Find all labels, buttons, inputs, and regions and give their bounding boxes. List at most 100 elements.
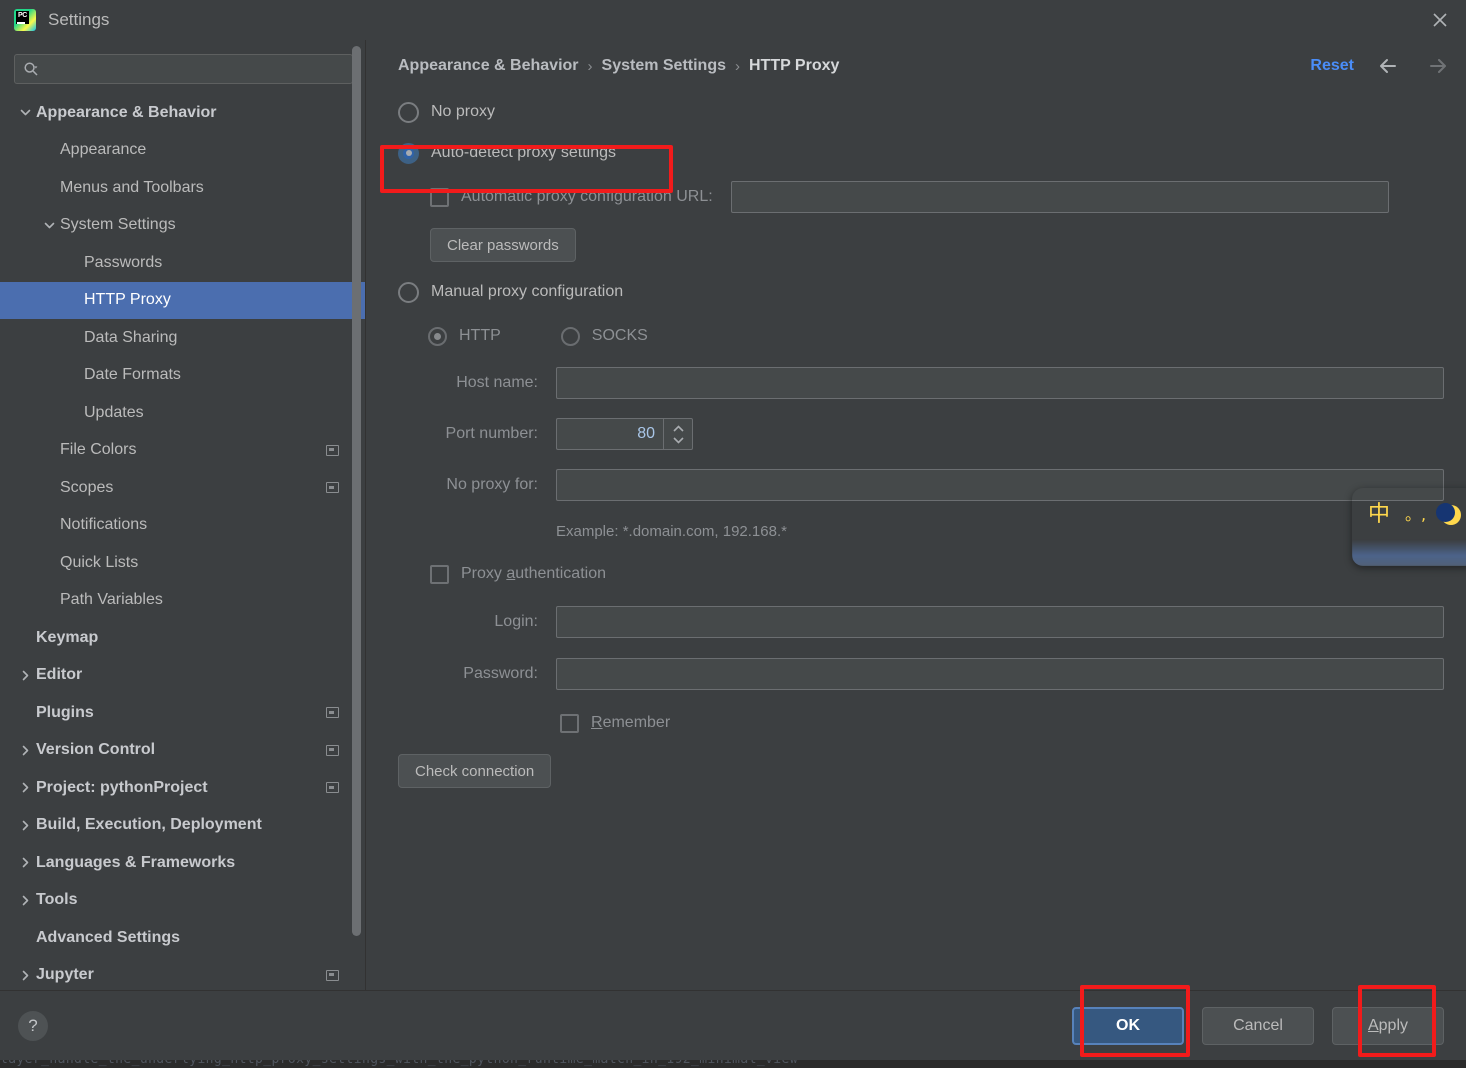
sidebar-item-label: Appearance (60, 141, 147, 159)
sidebar-item-build-execution-deployment[interactable]: Build, Execution, Deployment (0, 807, 365, 845)
chevron-right-icon[interactable] (16, 745, 34, 756)
ime-floating-toolbar[interactable]: 中 。, (1352, 488, 1466, 566)
arrow-right-icon[interactable] (1424, 55, 1450, 77)
sidebar-item-scopes[interactable]: Scopes (0, 469, 365, 507)
socks-radio[interactable] (560, 326, 580, 346)
dialog-body: Appearance & Behavior Appearance Menus and… (0, 40, 1466, 990)
no-proxy-for-label: No proxy for: (446, 476, 538, 493)
sidebar-item-http-proxy[interactable]: HTTP Proxy (0, 281, 365, 319)
port-spinner-buttons[interactable] (663, 418, 693, 450)
auto-config-url-input[interactable] (730, 181, 1389, 213)
chevron-right-icon (22, 970, 28, 981)
remember-row[interactable]: Remember (398, 700, 1450, 746)
apply-button[interactable]: Apply (1332, 1006, 1444, 1045)
chevron-right-icon (22, 670, 28, 681)
ime-language-toggle[interactable]: 中 (1368, 504, 1390, 526)
ime-buttons: 中 。, (1352, 488, 1466, 542)
auto-config-url-checkbox[interactable] (430, 187, 449, 207)
chevron-right-icon[interactable] (16, 782, 34, 793)
sidebar-item-file-colors[interactable]: File Colors (0, 432, 365, 470)
sidebar-item-updates[interactable]: Updates (0, 394, 365, 432)
check-connection-button[interactable]: Check connection (398, 754, 552, 788)
sidebar-item-plugins[interactable]: Plugins (0, 694, 365, 732)
search-input[interactable] (45, 61, 344, 77)
sidebar-item-label: Menus and Toolbars (60, 178, 204, 196)
ime-decoration (1352, 540, 1466, 566)
chevron-down-icon[interactable] (40, 220, 58, 231)
password-input[interactable] (556, 658, 1444, 690)
ime-punctuation-toggle[interactable]: 。, (1405, 507, 1426, 523)
port-number-input[interactable] (556, 418, 663, 450)
close-icon[interactable] (1414, 0, 1466, 40)
sidebar-item-path-variables[interactable]: Path Variables (0, 582, 365, 620)
breadcrumb-bar: Appearance & Behavior › System Settings › HT… (366, 40, 1466, 92)
remember-checkbox[interactable] (560, 713, 579, 733)
breadcrumb-separator: › (587, 57, 593, 75)
no-proxy-for-input[interactable] (556, 469, 1444, 501)
sidebar-item-date-formats[interactable]: Date Formats (0, 357, 365, 395)
chevron-right-icon (22, 782, 28, 793)
project-scope-badge-icon (326, 969, 339, 981)
pycharm-logo-icon: PC (14, 9, 36, 31)
proxy-auth-row[interactable]: Proxy authentication (398, 552, 1450, 596)
sidebar-scrollbar-thumb[interactable] (352, 46, 361, 936)
sidebar-item-jupyter[interactable]: Jupyter (0, 957, 365, 991)
help-icon[interactable]: ? (18, 1010, 48, 1041)
auto-detect-radio[interactable] (398, 142, 419, 164)
ok-button[interactable]: OK (1072, 1006, 1184, 1045)
search-box[interactable] (14, 54, 353, 84)
sidebar-item-menus-and-toolbars[interactable]: Menus and Toolbars (0, 169, 365, 207)
arrow-left-icon[interactable] (1376, 55, 1402, 77)
project-scope-badge-icon (326, 707, 339, 719)
proxy-auth-checkbox[interactable] (430, 564, 449, 584)
http-proxy-settings-pane: No proxy Auto-detect proxy settings Auto… (366, 92, 1466, 796)
chevron-right-icon[interactable] (16, 895, 34, 906)
sidebar-item-label: Date Formats (84, 366, 181, 384)
chevron-right-icon[interactable] (16, 857, 34, 868)
reset-link[interactable]: Reset (1310, 57, 1354, 75)
chevron-down-icon[interactable] (16, 107, 34, 118)
sidebar-item-appearance-behavior[interactable]: Appearance & Behavior (0, 94, 365, 132)
sidebar-item-quick-lists[interactable]: Quick Lists (0, 544, 365, 582)
example-hint-row: Example: *.domain.com, 192.168.* (398, 510, 1450, 552)
login-input[interactable] (556, 606, 1444, 638)
breadcrumb-item[interactable]: Appearance & Behavior (398, 57, 579, 75)
sidebar-item-notifications[interactable]: Notifications (0, 507, 365, 545)
password-row: Password: (398, 648, 1450, 700)
no-proxy-option[interactable]: No proxy (398, 92, 1450, 132)
sidebar-item-system-settings[interactable]: System Settings (0, 207, 365, 245)
manual-proxy-radio[interactable] (398, 281, 419, 303)
chevron-right-icon[interactable] (16, 670, 34, 681)
sidebar-item-tools[interactable]: Tools (0, 882, 365, 920)
manual-proxy-option[interactable]: Manual proxy configuration (398, 270, 1450, 314)
cancel-button[interactable]: Cancel (1202, 1006, 1314, 1045)
chevron-right-icon (22, 895, 28, 906)
moon-icon[interactable] (1436, 503, 1462, 525)
sidebar-item-version-control[interactable]: Version Control (0, 732, 365, 770)
settings-tree[interactable]: Appearance & Behavior Appearance Menus and… (0, 92, 365, 990)
protocol-row: HTTP SOCKS (398, 314, 1450, 358)
sidebar-scrollbar[interactable] (351, 40, 362, 990)
auto-detect-option[interactable]: Auto-detect proxy settings (398, 132, 1450, 174)
sidebar-item-appearance[interactable]: Appearance (0, 132, 365, 170)
port-number-stepper[interactable] (556, 418, 693, 450)
sidebar-item-editor[interactable]: Editor (0, 657, 365, 695)
no-proxy-radio[interactable] (398, 101, 419, 123)
sidebar-item-project-pythonproject[interactable]: Project: pythonProject (0, 769, 365, 807)
sidebar-item-keymap[interactable]: Keymap (0, 619, 365, 657)
breadcrumb-item[interactable]: System Settings (602, 57, 726, 75)
breadcrumb-separator: › (735, 57, 740, 75)
window-title: Settings (48, 10, 110, 29)
clear-passwords-button[interactable]: Clear passwords (430, 228, 576, 262)
chevron-right-icon[interactable] (16, 970, 34, 981)
sidebar-item-data-sharing[interactable]: Data Sharing (0, 319, 365, 357)
login-label: Login: (494, 613, 538, 630)
chevron-right-icon[interactable] (16, 820, 34, 831)
breadcrumb-item[interactable]: HTTP Proxy (749, 57, 839, 75)
sidebar-item-label: Project: pythonProject (36, 778, 208, 796)
sidebar-item-passwords[interactable]: Passwords (0, 244, 365, 282)
sidebar-item-languages-frameworks[interactable]: Languages & Frameworks (0, 844, 365, 882)
sidebar-item-advanced-settings[interactable]: Advanced Settings (0, 919, 365, 957)
http-radio[interactable] (428, 326, 447, 346)
host-name-input[interactable] (556, 367, 1444, 399)
